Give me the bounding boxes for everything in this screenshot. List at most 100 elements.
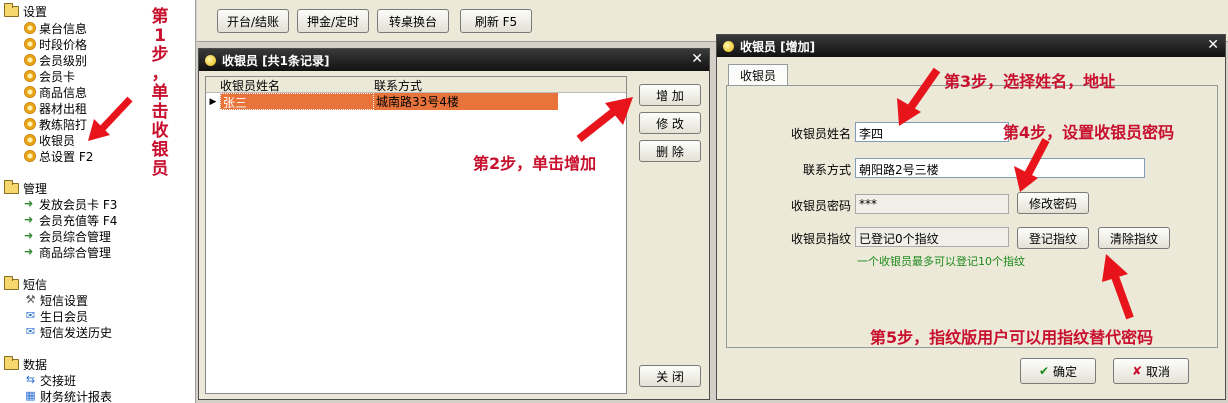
open-checkout-button[interactable]: 开台/结账 <box>217 9 289 33</box>
arrow-right-icon: ➜ <box>24 213 34 226</box>
red-arrow-step3 <box>897 67 941 126</box>
list-window-titlebar: 收银员 [共1条记录] ✕ <box>199 49 709 71</box>
contact-input[interactable]: 朝阳路2号三楼 <box>855 158 1145 178</box>
tree-item-issue-card[interactable]: ➜ 发放会员卡 F3 <box>24 196 117 212</box>
tree-item-shift-handover[interactable]: ⇆ 交接班 <box>24 372 76 388</box>
item-label: 生日会员 <box>40 309 89 324</box>
annotation-step1: 第 1 步 ， 单 击 收 银 员 <box>147 8 173 179</box>
group-label: 设置 <box>23 4 48 19</box>
folder-icon <box>4 355 19 370</box>
window-title: 收银员 [共1条记录] <box>222 53 330 68</box>
step1-char: 第 <box>151 7 169 27</box>
password-label: 收银员密码 <box>790 199 851 213</box>
fingerprint-note: 一个收银员最多可以登记10个指纹 <box>857 255 1025 268</box>
ok-button[interactable]: ✔ 确定 <box>1020 358 1096 384</box>
group-label: 数据 <box>23 357 48 372</box>
sms-send-icon: ✉ <box>25 309 36 322</box>
step1-char: 单 <box>151 83 169 103</box>
gear-icon <box>24 134 36 146</box>
item-label: 短信发送历史 <box>40 325 113 340</box>
gear-icon <box>24 38 36 50</box>
item-label: 总设置 F2 <box>39 149 94 164</box>
item-label: 交接班 <box>40 373 77 388</box>
tree-item-member-recharge[interactable]: ➜ 会员充值等 F4 <box>24 212 117 228</box>
tree-item-coach[interactable]: 教练陪打 <box>24 116 87 132</box>
item-label: 财务统计报表 <box>40 389 113 403</box>
refresh-button[interactable]: 刷新 F5 <box>460 9 532 33</box>
tree-item-sms-history[interactable]: ✉ 短信发送历史 <box>24 324 112 340</box>
arrow-right-icon: ➜ <box>24 245 34 258</box>
clear-fingerprint-button[interactable]: 清除指纹 <box>1098 227 1170 249</box>
fingerprint-label: 收银员指纹 <box>790 232 851 246</box>
red-arrow-step1 <box>88 96 133 141</box>
group-label: 短信 <box>23 277 48 292</box>
tree-item-goods-manage[interactable]: ➜ 商品综合管理 <box>24 244 111 260</box>
change-password-button[interactable]: 修改密码 <box>1017 192 1089 214</box>
tree-item-goods-info[interactable]: 商品信息 <box>24 84 87 100</box>
table-row[interactable]: ▶ 张三 城南路33号4楼 <box>206 93 626 110</box>
edit-button[interactable]: 修 改 <box>639 112 701 134</box>
password-field: *** <box>855 194 1009 214</box>
tree-item-general-settings[interactable]: 总设置 F2 <box>24 148 93 164</box>
tree-item-cashier[interactable]: 收银员 <box>24 132 75 148</box>
item-label: 器材出租 <box>39 101 88 116</box>
item-label: 发放会员卡 F3 <box>39 197 118 212</box>
cell-contact[interactable]: 城南路33号4楼 <box>374 93 558 110</box>
tree-item-member-manage[interactable]: ➜ 会员综合管理 <box>24 228 111 244</box>
fingerprint-status-field: 已登记0个指纹 <box>855 227 1009 247</box>
item-label: 时段价格 <box>39 37 88 52</box>
gear-icon <box>24 86 36 98</box>
tree-item-period-price[interactable]: 时段价格 <box>24 36 87 52</box>
tree-group-settings[interactable]: 设置 <box>4 2 48 19</box>
column-header-contact[interactable]: 联系方式 <box>374 77 554 93</box>
close-icon[interactable]: ✕ <box>691 51 703 67</box>
row-pointer-icon: ▶ <box>209 96 217 107</box>
folder-icon <box>4 275 19 290</box>
table-header: 收银员姓名 联系方式 <box>206 77 626 93</box>
tree-item-equipment-rental[interactable]: 器材出租 <box>24 100 87 116</box>
cancel-label: 取消 <box>1146 364 1171 379</box>
report-icon: ▦ <box>25 389 36 402</box>
folder-icon <box>4 179 19 194</box>
cancel-button[interactable]: ✘ 取消 <box>1113 358 1189 384</box>
deposit-timer-button[interactable]: 押金/定时 <box>297 9 369 33</box>
switch-table-button[interactable]: 转桌换台 <box>377 9 449 33</box>
register-fingerprint-button[interactable]: 登记指纹 <box>1017 227 1089 249</box>
add-window-titlebar: 收银员 [增加] ✕ <box>717 35 1225 57</box>
add-button[interactable]: 增 加 <box>639 84 701 106</box>
contact-label: 联系方式 <box>802 163 851 177</box>
column-header-name[interactable]: 收银员姓名 <box>220 77 374 93</box>
cross-icon: ✘ <box>1131 364 1143 378</box>
tree-item-birthday-members[interactable]: ✉ 生日会员 <box>24 308 88 324</box>
step1-char: 步 <box>151 45 169 65</box>
ok-label: 确定 <box>1053 364 1078 379</box>
arrow-right-icon: ➜ <box>24 197 34 210</box>
annotation-step5: 第5步，指纹版用户可以用指纹替代密码 <box>870 328 1154 347</box>
tree-item-member-card[interactable]: 会员卡 <box>24 68 75 84</box>
red-arrow-step5 <box>1102 254 1134 320</box>
item-label: 会员卡 <box>39 69 76 84</box>
step1-char: 收 <box>151 121 169 141</box>
tree-item-member-level[interactable]: 会员级别 <box>24 52 87 68</box>
tree-item-sms-settings[interactable]: ⚒ 短信设置 <box>24 292 88 308</box>
delete-button[interactable]: 删 除 <box>639 140 701 162</box>
step1-char: 1 <box>154 26 166 46</box>
app-icon <box>205 54 216 66</box>
step1-char: 击 <box>151 102 169 122</box>
close-button[interactable]: 关 闭 <box>639 365 701 387</box>
tree-group-manage[interactable]: 管理 <box>4 179 47 196</box>
close-icon[interactable]: ✕ <box>1207 37 1219 53</box>
cashier-table: 收银员姓名 联系方式 ▶ 张三 城南路33号4楼 <box>205 76 627 394</box>
folder-icon <box>4 2 19 17</box>
tree-group-sms[interactable]: 短信 <box>4 275 48 292</box>
item-label: 商品信息 <box>39 85 88 100</box>
cell-name[interactable]: 张三 <box>220 93 374 110</box>
tree-group-data[interactable]: 数据 <box>4 355 48 372</box>
tab-cashier[interactable]: 收银员 <box>728 64 788 86</box>
tree-item-finance-report[interactable]: ▦ 财务统计报表 <box>24 388 112 403</box>
red-arrow-step2 <box>576 97 633 143</box>
item-label: 短信设置 <box>40 293 89 308</box>
item-label: 会员综合管理 <box>39 229 112 244</box>
tree-item-table-info[interactable]: 桌台信息 <box>24 20 87 36</box>
item-label: 会员充值等 F4 <box>39 213 118 228</box>
